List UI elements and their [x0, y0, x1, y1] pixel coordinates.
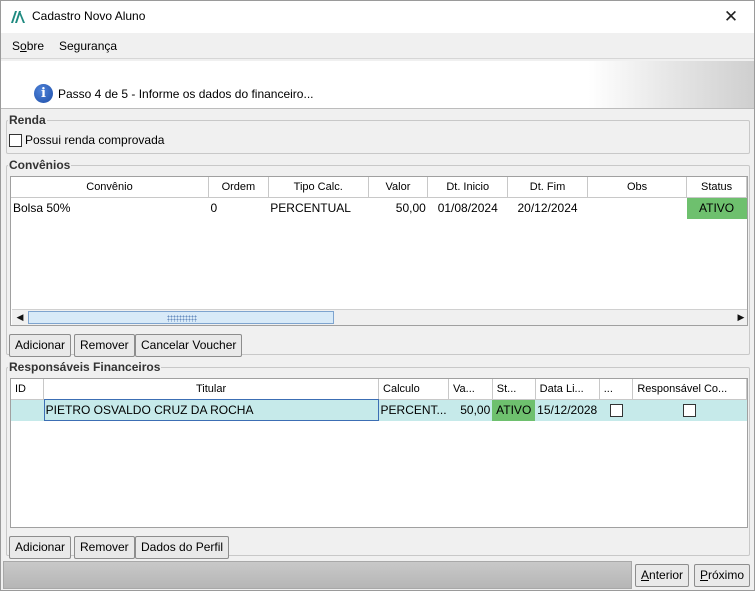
- responsaveis-title: Responsáveis Financeiros: [9, 360, 161, 374]
- scroll-thumb[interactable]: [28, 311, 334, 324]
- convenios-remove-button[interactable]: Remover: [74, 334, 135, 357]
- col-convenio[interactable]: Convênio: [11, 177, 209, 198]
- cell-calculo[interactable]: PERCENT...: [378, 399, 449, 421]
- close-icon: ✕: [723, 7, 739, 26]
- col-responsavel[interactable]: Responsável Co...: [632, 379, 747, 400]
- col-valor[interactable]: Valor: [368, 177, 429, 198]
- cell-valor[interactable]: 50,00: [448, 399, 493, 421]
- menu-sobre[interactable]: Sobre: [12, 39, 44, 53]
- close-button[interactable]: ✕: [708, 1, 754, 33]
- renda-checkbox-row[interactable]: Possui renda comprovada: [9, 133, 164, 147]
- scroll-grip-icon: [167, 315, 197, 322]
- convenios-grid[interactable]: Convênio Ordem Tipo Calc. Valor Dt. Inic…: [10, 176, 748, 326]
- col-id[interactable]: ID: [11, 379, 45, 400]
- window-title: Cadastro Novo Aluno: [32, 9, 146, 23]
- cell-dt-inicio[interactable]: 01/08/2024: [428, 197, 508, 219]
- scroll-right-icon[interactable]: ▶: [733, 310, 747, 325]
- responsaveis-group: Responsáveis Financeiros ID Titular Calc…: [6, 360, 750, 559]
- status-bar: [3, 561, 632, 589]
- col-dt-fim[interactable]: Dt. Fim: [507, 177, 588, 198]
- menu-seguranca[interactable]: Segurança: [59, 39, 117, 53]
- renda-title: Renda: [9, 113, 46, 127]
- cell-obs[interactable]: [587, 197, 686, 219]
- convenios-header-row: Convênio Ordem Tipo Calc. Valor Dt. Inic…: [11, 177, 747, 198]
- next-button[interactable]: Próximo: [694, 564, 751, 587]
- col-ordem[interactable]: Ordem: [208, 177, 269, 198]
- cell-titular[interactable]: PIETRO OSVALDO CRUZ DA ROCHA: [43, 399, 379, 421]
- status-badge[interactable]: ATIVO: [686, 197, 747, 219]
- step-text: Passo 4 de 5 - Informe os dados do finan…: [58, 87, 314, 101]
- cell-tipo[interactable]: PERCENTUAL: [268, 197, 368, 219]
- dialog-window: Cadastro Novo Aluno ✕ Sobre Segurança i …: [0, 0, 755, 591]
- cell-flag1[interactable]: [599, 399, 633, 421]
- renda-checkbox-label: Possui renda comprovada: [25, 133, 165, 147]
- cell-id[interactable]: [11, 399, 44, 421]
- cell-dt-fim[interactable]: 20/12/2024: [508, 197, 588, 219]
- scroll-left-icon[interactable]: ◀: [12, 310, 28, 325]
- col-valor[interactable]: Va...: [448, 379, 493, 400]
- cell-ordem[interactable]: 0: [208, 197, 268, 219]
- responsaveis-header-row: ID Titular Calculo Va... St... Data Li..…: [11, 379, 747, 400]
- table-row[interactable]: Bolsa 50% 0 PERCENTUAL 50,00 01/08/2024 …: [11, 197, 747, 219]
- info-icon: i: [34, 84, 53, 103]
- menu-bar: Sobre Segurança: [1, 33, 754, 59]
- col-data-limite[interactable]: Data Li...: [535, 379, 600, 400]
- col-status[interactable]: St...: [492, 379, 536, 400]
- renda-checkbox[interactable]: [9, 133, 22, 147]
- convenios-table: Convênio Ordem Tipo Calc. Valor Dt. Inic…: [11, 177, 747, 219]
- cell-flag2[interactable]: [632, 399, 747, 421]
- col-tipo-calc[interactable]: Tipo Calc.: [268, 177, 369, 198]
- responsaveis-table: ID Titular Calculo Va... St... Data Li..…: [11, 379, 747, 421]
- responsaveis-grid[interactable]: ID Titular Calculo Va... St... Data Li..…: [10, 378, 748, 528]
- col-titular[interactable]: Titular: [43, 379, 380, 400]
- status-badge[interactable]: ATIVO: [492, 399, 536, 421]
- cell-data-limite[interactable]: 15/12/2028: [535, 399, 600, 421]
- profile-data-button[interactable]: Dados do Perfil: [135, 536, 230, 559]
- cell-valor[interactable]: 50,00: [368, 197, 428, 219]
- convenios-hscrollbar[interactable]: ◀ ▶: [12, 309, 747, 325]
- title-bar[interactable]: Cadastro Novo Aluno ✕: [1, 1, 754, 33]
- flag2-checkbox[interactable]: [683, 404, 697, 418]
- convenios-title: Convênios: [9, 158, 71, 172]
- col-calculo[interactable]: Calculo: [378, 379, 450, 400]
- convenios-group: Convênios Convênio Ordem Tipo Calc. Valo…: [6, 158, 750, 357]
- cell-convenio[interactable]: Bolsa 50%: [11, 197, 208, 219]
- cancel-voucher-button[interactable]: Cancelar Voucher: [135, 334, 243, 357]
- responsaveis-add-button[interactable]: Adicionar: [9, 536, 72, 559]
- col-status[interactable]: Status: [686, 177, 747, 198]
- renda-group: Renda Possui renda comprovada: [6, 113, 750, 154]
- previous-button[interactable]: Anterior: [635, 564, 690, 587]
- table-row[interactable]: PIETRO OSVALDO CRUZ DA ROCHA PERCENT... …: [11, 399, 747, 421]
- app-logo-icon: [11, 11, 25, 23]
- responsaveis-remove-button[interactable]: Remover: [74, 536, 135, 559]
- col-obs[interactable]: Obs: [587, 177, 688, 198]
- flag1-checkbox[interactable]: [609, 404, 623, 418]
- convenios-add-button[interactable]: Adicionar: [9, 334, 72, 357]
- step-banner: i Passo 4 de 5 - Informe os dados do fin…: [1, 61, 754, 109]
- col-flag[interactable]: ...: [599, 379, 634, 400]
- col-dt-inicio[interactable]: Dt. Inicio: [427, 177, 509, 198]
